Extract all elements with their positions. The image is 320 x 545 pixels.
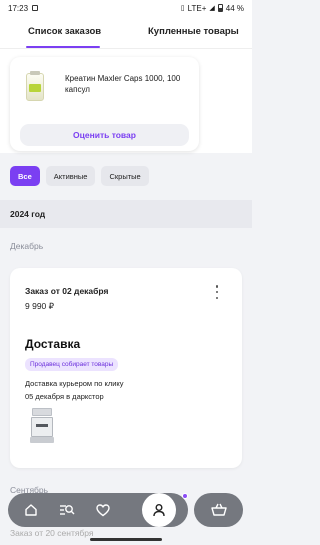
- coffee-machine-image[interactable]: [30, 408, 56, 446]
- filter-all[interactable]: Все: [10, 166, 40, 186]
- nav-home[interactable]: [14, 493, 48, 527]
- profile-icon: [153, 504, 165, 517]
- status-left: 17:23: [8, 3, 39, 13]
- product-thumbnail[interactable]: [26, 71, 44, 101]
- order-card[interactable]: Заказ от 02 декабря 9 990 ₽ Доставка Про…: [10, 268, 242, 468]
- tabs-divider: [0, 48, 252, 49]
- battery-percent: 44 %: [225, 3, 244, 13]
- nav-cart[interactable]: [194, 493, 243, 527]
- nav-favorites[interactable]: [86, 493, 120, 527]
- network-label: LTE+: [187, 3, 207, 13]
- year-header: 2024 год: [0, 200, 252, 228]
- month-label-december: Декабрь: [10, 241, 44, 251]
- order-title: Заказ от 02 декабря: [25, 286, 109, 296]
- active-tab-indicator: [26, 46, 100, 48]
- status-right: ▯ LTE+ ◢ 44 %: [181, 4, 244, 13]
- vibrate-icon: ▯: [180, 5, 185, 12]
- filter-hidden[interactable]: Скрытые: [101, 166, 149, 186]
- rate-product-card: Креатин Maxler Caps 1000, 100 капсул Оце…: [10, 57, 199, 151]
- nav-catalog[interactable]: [50, 493, 84, 527]
- notification-icon: [32, 5, 39, 11]
- more-vertical-icon[interactable]: [214, 285, 220, 299]
- header-area: Список заказов Купленные товары Креатин …: [0, 16, 252, 153]
- delivery-heading: Доставка: [25, 337, 81, 351]
- battery-icon: [217, 4, 223, 12]
- order-sum: 9 990 ₽: [25, 301, 55, 311]
- product-name[interactable]: Креатин Maxler Caps 1000, 100 капсул: [65, 73, 195, 95]
- home-indicator[interactable]: [90, 538, 162, 541]
- filter-active[interactable]: Активные: [45, 166, 96, 186]
- notification-dot: [182, 493, 188, 499]
- cart-icon: [210, 503, 227, 516]
- nav-profile[interactable]: [142, 493, 176, 527]
- catalog-search-icon: [60, 505, 75, 515]
- home-icon: [25, 504, 37, 516]
- status-badge: Продавец собирает товары: [25, 358, 119, 371]
- rate-product-button[interactable]: Оценить товар: [20, 124, 189, 146]
- heart-icon: [96, 503, 110, 516]
- orders-tabs: Список заказов Купленные товары: [0, 24, 252, 50]
- status-bar: 17:23 ▯ LTE+ ◢ 44 %: [0, 0, 252, 16]
- signal-icon: ◢: [209, 5, 215, 12]
- delivery-method: Доставка курьером по клику: [25, 379, 124, 388]
- status-time: 17:23: [8, 3, 29, 13]
- next-order-title[interactable]: Заказ от 20 сентября: [10, 528, 94, 538]
- delivery-date: 05 декабря в даркстор: [25, 392, 104, 401]
- order-filters: Все Активные Скрытые: [10, 166, 149, 186]
- tab-bought-items[interactable]: Купленные товары: [148, 26, 239, 37]
- tab-orders-list[interactable]: Список заказов: [28, 26, 101, 37]
- bottom-navigation: [8, 493, 188, 527]
- year-label: 2024 год: [10, 209, 46, 219]
